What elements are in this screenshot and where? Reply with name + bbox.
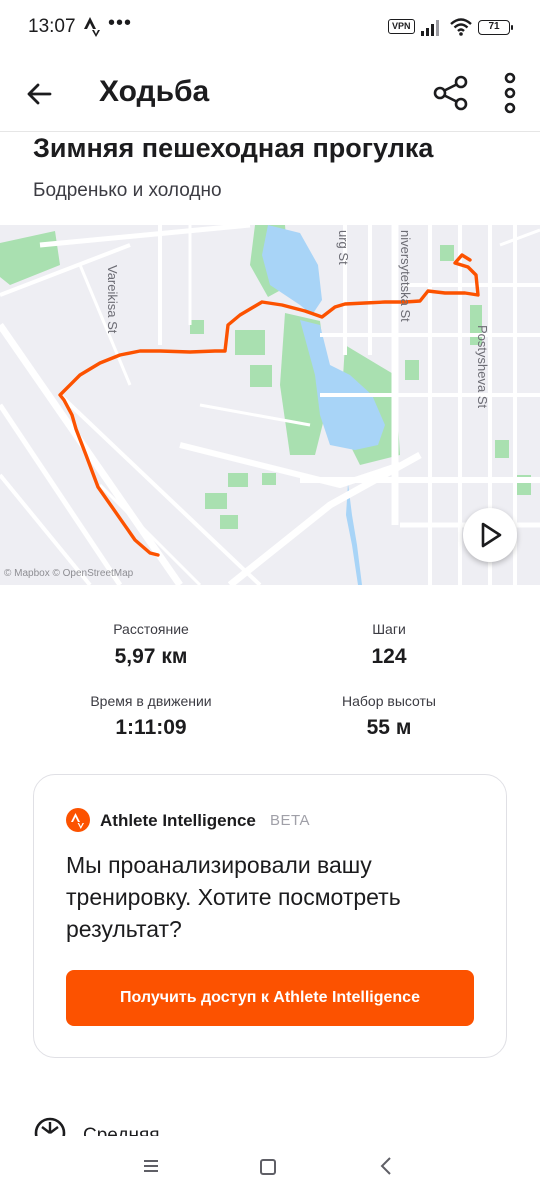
play-icon — [481, 522, 502, 548]
back-icon[interactable] — [379, 1156, 393, 1176]
activity-route — [58, 253, 480, 557]
street-label-burg: urg St — [336, 230, 351, 265]
athlete-intelligence-title: Athlete Intelligence — [100, 811, 256, 830]
next-section-peek: Средняя — [33, 1116, 513, 1136]
athlete-intelligence-card: Athlete Intelligence BETA Мы проанализир… — [33, 774, 507, 1058]
menu-icon[interactable] — [142, 1158, 160, 1174]
activity-title: Зимняя пешеходная прогулка — [33, 133, 434, 163]
next-section-label: Средняя — [83, 1125, 160, 1136]
stat-value-moving-time: 1:11:09 — [115, 716, 187, 739]
wifi-icon — [450, 18, 472, 36]
route-map[interactable]: Vareikisa St urg St niversytetska St Pos… — [0, 225, 540, 585]
street-label-vareikisa: Vareikisa St — [105, 265, 120, 334]
stat-label-distance: Расстояние — [113, 621, 189, 637]
battery-icon: 71 — [478, 20, 513, 35]
map-water — [262, 225, 385, 585]
street-label-universytetska: niversytetska St — [398, 230, 413, 322]
signal-icon — [421, 20, 439, 36]
stat-label-moving-time: Время в движении — [90, 693, 212, 709]
play-flyover-button[interactable] — [463, 508, 517, 562]
strava-notification-icon — [84, 17, 100, 37]
map-attribution: © Mapbox © OpenStreetMap — [4, 568, 134, 579]
get-athlete-intelligence-button[interactable]: Получить доступ к Athlete Intelligence — [66, 970, 474, 1026]
stat-label-elevation: Набор высоты — [342, 693, 436, 709]
vpn-icon: VPN — [388, 19, 415, 34]
page-title: Ходьба — [99, 75, 210, 108]
system-nav-bar — [0, 1136, 540, 1200]
status-time: 13:07 — [28, 16, 76, 37]
map-canvas — [0, 225, 540, 585]
beta-badge: BETA — [270, 812, 311, 829]
status-bar: 13:07 ••• VPN 71 — [0, 0, 540, 56]
more-vertical-icon[interactable] — [494, 70, 526, 116]
stat-value-elevation: 55 м — [366, 716, 412, 739]
stat-value-distance: 5,97 км — [114, 645, 188, 668]
home-icon[interactable] — [260, 1159, 276, 1175]
status-more-notifications: ••• — [108, 12, 133, 34]
app-bar: Ходьба — [0, 56, 540, 132]
athlete-intelligence-message: Мы проанализировали вашу тренировку. Хот… — [66, 852, 401, 942]
activity-description: Бодренько и холодно — [33, 180, 222, 201]
share-icon[interactable] — [430, 72, 472, 114]
street-label-postysheva: Postysheva St — [475, 325, 490, 409]
athlete-intelligence-icon — [66, 808, 90, 832]
arrow-left-icon[interactable] — [20, 74, 60, 114]
stat-label-steps: Шаги — [372, 621, 406, 637]
speedometer-icon — [34, 1117, 66, 1136]
stat-value-steps: 124 — [371, 645, 407, 668]
